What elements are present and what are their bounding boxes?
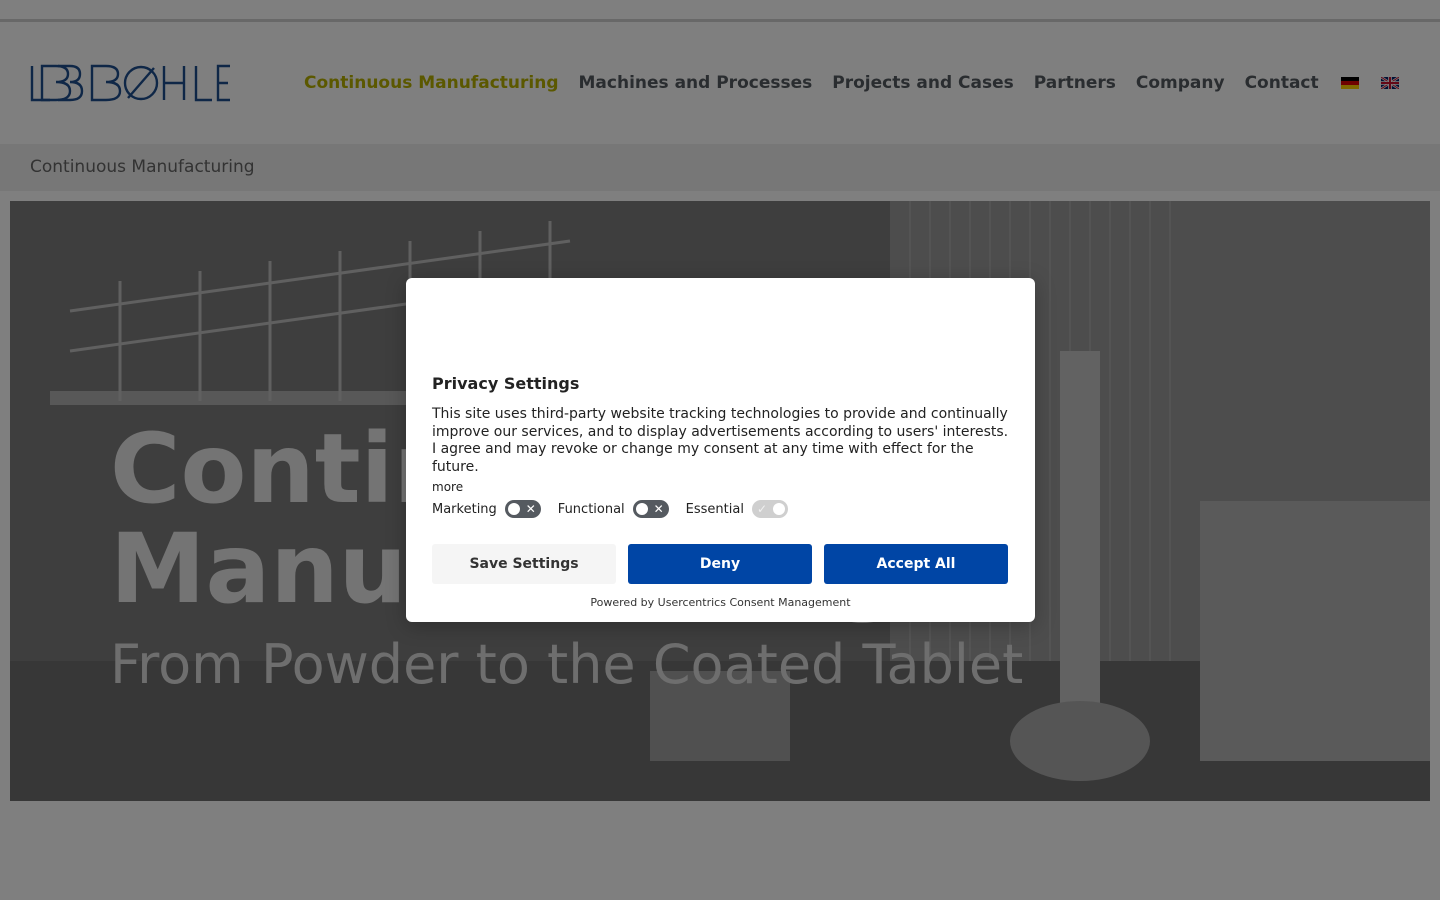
save-settings-button[interactable]: Save Settings [432, 544, 616, 584]
x-icon: ✕ [653, 502, 664, 516]
essential-toggle: ✓ [751, 500, 788, 518]
toggle-label-marketing: Marketing [432, 501, 497, 517]
toggle-knob [772, 503, 785, 515]
powered-by-text[interactable]: Powered by Usercentrics Consent Manageme… [406, 596, 1035, 609]
functional-toggle[interactable]: ✕ [632, 500, 669, 518]
more-link[interactable]: more [432, 480, 463, 494]
privacy-settings-dialog: Privacy Settings This site uses third-pa… [406, 278, 1035, 622]
accept-all-button[interactable]: Accept All [824, 544, 1008, 584]
toggle-knob [507, 503, 520, 515]
x-icon: ✕ [525, 502, 536, 516]
toggle-label-essential: Essential [685, 501, 744, 517]
consent-toggles: Marketing ✕ Functional ✕ Essential ✓ [432, 500, 805, 518]
toggle-label-functional: Functional [557, 501, 625, 517]
check-icon: ✓ [756, 502, 768, 516]
dialog-title: Privacy Settings [432, 374, 580, 393]
dialog-description: This site uses third-party website track… [432, 406, 1009, 475]
toggle-knob [635, 503, 648, 515]
deny-button[interactable]: Deny [628, 544, 812, 584]
marketing-toggle[interactable]: ✕ [504, 500, 541, 518]
